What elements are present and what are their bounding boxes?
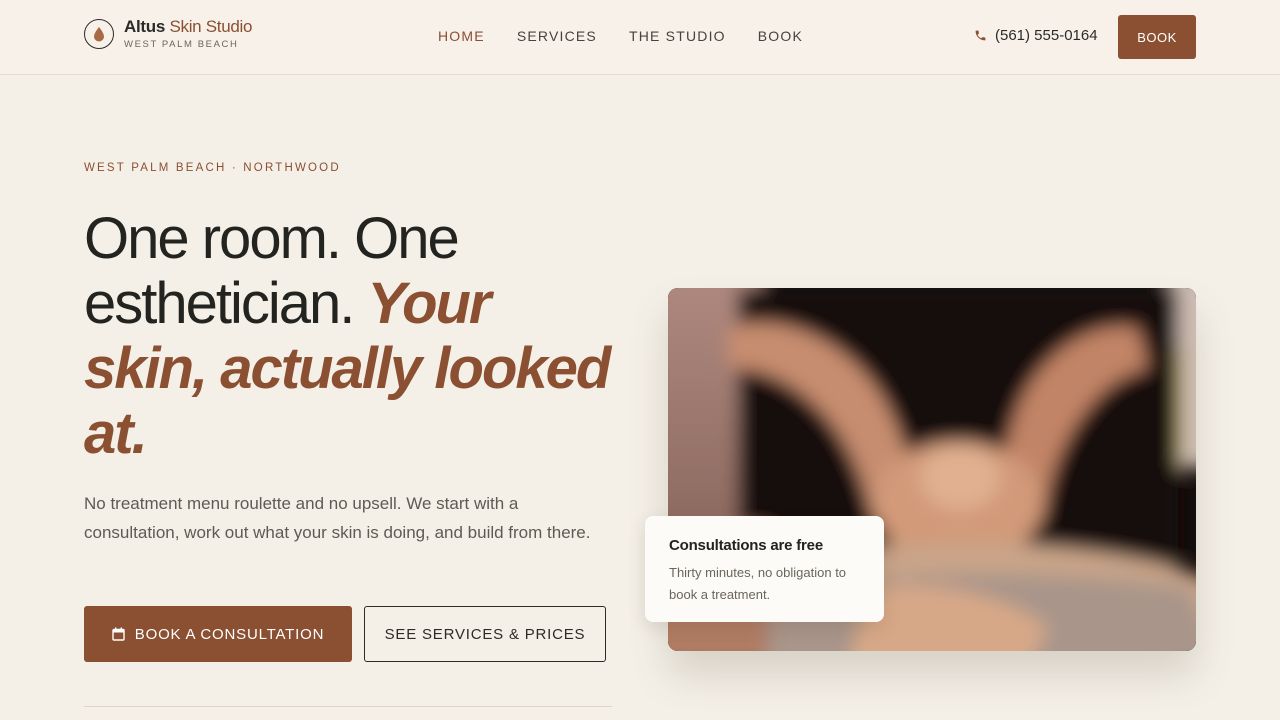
nav-item-services[interactable]: SERVICES [517, 28, 597, 44]
phone-link[interactable]: (561) 555-0164 [974, 27, 1098, 44]
phone-number: (561) 555-0164 [995, 27, 1098, 44]
brand-name-bold: Altus [124, 17, 166, 36]
phone-icon [974, 29, 988, 43]
book-consultation-label: BOOK A CONSULTATION [134, 625, 325, 643]
consultation-card: Consultations are free Thirty minutes, n… [645, 516, 884, 622]
nav-item-book[interactable]: BOOK [758, 28, 803, 44]
card-body: Thirty minutes, no obligation to book a … [669, 565, 847, 602]
brand-text: Altus Skin Studio WEST PALM BEACH [124, 17, 252, 50]
brand-location: WEST PALM BEACH [124, 39, 239, 50]
brand-name-rest: Skin Studio [169, 17, 253, 36]
brand-name: Altus Skin Studio [124, 17, 252, 37]
droplet-icon [84, 18, 114, 49]
hero-divider [84, 706, 612, 707]
calendar-icon [112, 627, 126, 641]
main-nav: HOME SERVICES THE STUDIO BOOK [438, 28, 835, 44]
brand-logo[interactable]: Altus Skin Studio WEST PALM BEACH [84, 17, 252, 50]
nav-item-home[interactable]: HOME [438, 28, 485, 44]
book-consultation-button[interactable]: BOOK A CONSULTATION [84, 606, 352, 662]
nav-item-the-studio[interactable]: THE STUDIO [629, 28, 726, 44]
see-services-button[interactable]: SEE SERVICES & PRICES [364, 606, 606, 662]
header-book-button[interactable]: BOOK [1118, 15, 1196, 59]
hero-headline: One room. One esthetician. Your skin, ac… [84, 206, 624, 466]
card-title: Consultations are free [669, 537, 823, 554]
site-header: Altus Skin Studio WEST PALM BEACH HOME S… [0, 0, 1280, 75]
hero-eyebrow: WEST PALM BEACH · NORTHWOOD [84, 162, 341, 174]
hero-lead: No treatment menu roulette and no upsell… [84, 494, 591, 542]
